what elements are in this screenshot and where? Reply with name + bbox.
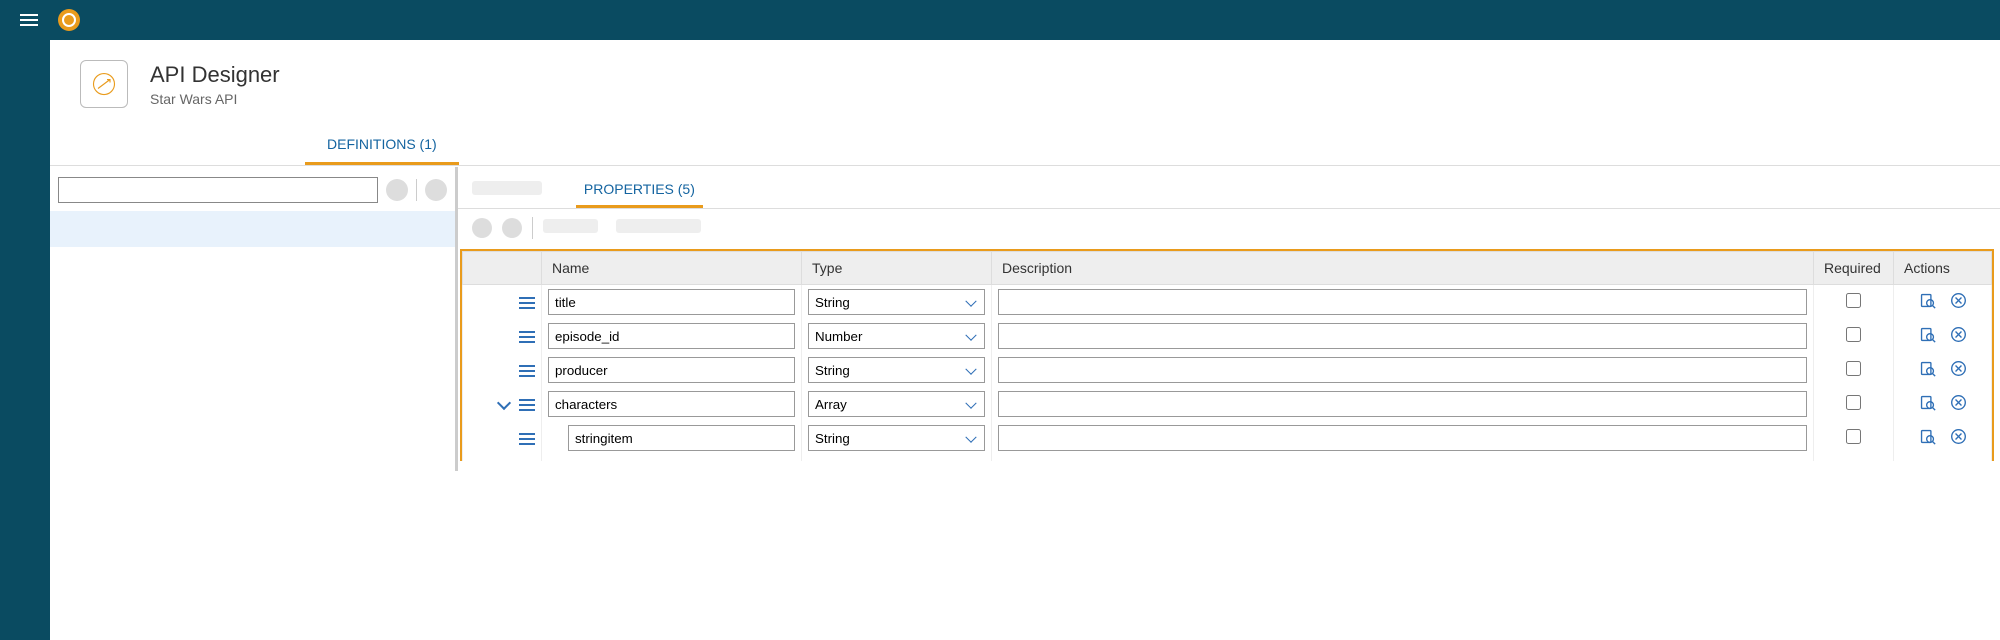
page-title: API Designer [150, 62, 280, 88]
property-description-input[interactable] [998, 289, 1807, 315]
inspect-button[interactable] [1917, 290, 1938, 314]
toolbar-button-1[interactable] [472, 218, 492, 238]
property-row: StringNumberIntegerBooleanArrayObject [463, 387, 1992, 421]
left-nav-strip [0, 40, 50, 640]
col-actions: Actions [1894, 252, 1992, 285]
drag-handle-icon[interactable] [519, 297, 535, 309]
col-description: Description [992, 252, 1814, 285]
definition-list-item[interactable] [50, 211, 455, 247]
left-action-2[interactable] [425, 179, 447, 201]
col-handle [463, 252, 542, 285]
property-description-input[interactable] [998, 357, 1807, 383]
app-logo[interactable] [58, 9, 80, 31]
property-description-input[interactable] [998, 323, 1807, 349]
page-subtitle: Star Wars API [150, 91, 280, 107]
property-required-checkbox[interactable] [1846, 429, 1861, 444]
left-pane [50, 167, 455, 471]
property-required-checkbox[interactable] [1846, 293, 1861, 308]
topbar [0, 0, 2000, 40]
property-name-input[interactable] [548, 357, 795, 383]
property-row: StringNumberIntegerBooleanArrayObject [463, 353, 1992, 387]
property-required-checkbox[interactable] [1846, 361, 1861, 376]
delete-button[interactable] [1948, 324, 1969, 348]
drag-handle-icon[interactable] [519, 365, 535, 377]
property-name-input[interactable] [548, 391, 795, 417]
property-name-input[interactable] [548, 289, 795, 315]
delete-button[interactable] [1948, 358, 1969, 382]
left-action-1[interactable] [386, 179, 408, 201]
drag-handle-icon[interactable] [519, 331, 535, 343]
chevron-down-icon[interactable] [497, 396, 511, 410]
inspect-button[interactable] [1917, 426, 1938, 450]
drag-handle-icon[interactable] [519, 433, 535, 445]
col-required: Required [1814, 252, 1894, 285]
property-name-input[interactable] [568, 425, 795, 451]
property-type-select[interactable]: StringNumberIntegerBooleanArrayObject [808, 323, 985, 349]
main-pane: PROPERTIES (5) Name Type [455, 167, 2000, 471]
properties-toolbar [458, 209, 2000, 247]
toolbar-button-2[interactable] [502, 218, 522, 238]
property-required-checkbox[interactable] [1846, 395, 1861, 410]
api-icon [80, 60, 128, 108]
page-header: API Designer Star Wars API [50, 40, 2000, 116]
toolbar-placeholder-2 [616, 219, 701, 233]
property-type-select[interactable]: StringNumberIntegerBooleanArrayObject [808, 357, 985, 383]
inspect-button[interactable] [1917, 392, 1938, 416]
tab-properties[interactable]: PROPERTIES (5) [576, 175, 703, 208]
col-type: Type [802, 252, 992, 285]
property-row: StringNumberIntegerBooleanArrayObject [463, 319, 1992, 353]
col-name: Name [542, 252, 802, 285]
property-row: StringNumberIntegerBooleanArrayObject [463, 421, 1992, 461]
property-type-select[interactable]: StringNumberIntegerBooleanArrayObject [808, 391, 985, 417]
delete-button[interactable] [1948, 392, 1969, 416]
property-name-input[interactable] [548, 323, 795, 349]
delete-button[interactable] [1948, 426, 1969, 450]
section-tabs: DEFINITIONS (1) [50, 124, 2000, 166]
search-input[interactable] [58, 177, 378, 203]
delete-button[interactable] [1948, 290, 1969, 314]
toolbar-placeholder-1 [543, 219, 598, 233]
menu-icon[interactable] [20, 14, 38, 26]
inspect-button[interactable] [1917, 358, 1938, 382]
property-description-input[interactable] [998, 425, 1807, 451]
property-required-checkbox[interactable] [1846, 327, 1861, 342]
property-type-select[interactable]: StringNumberIntegerBooleanArrayObject [808, 425, 985, 451]
property-type-select[interactable]: StringNumberIntegerBooleanArrayObject [808, 289, 985, 315]
properties-table: Name Type Description Required Actions S… [460, 249, 1994, 461]
inspect-button[interactable] [1917, 324, 1938, 348]
tab-definitions[interactable]: DEFINITIONS (1) [305, 124, 459, 165]
drag-handle-icon[interactable] [519, 399, 535, 411]
property-row: StringNumberIntegerBooleanArrayObject [463, 285, 1992, 320]
placeholder-tab [472, 181, 542, 195]
property-description-input[interactable] [998, 391, 1807, 417]
